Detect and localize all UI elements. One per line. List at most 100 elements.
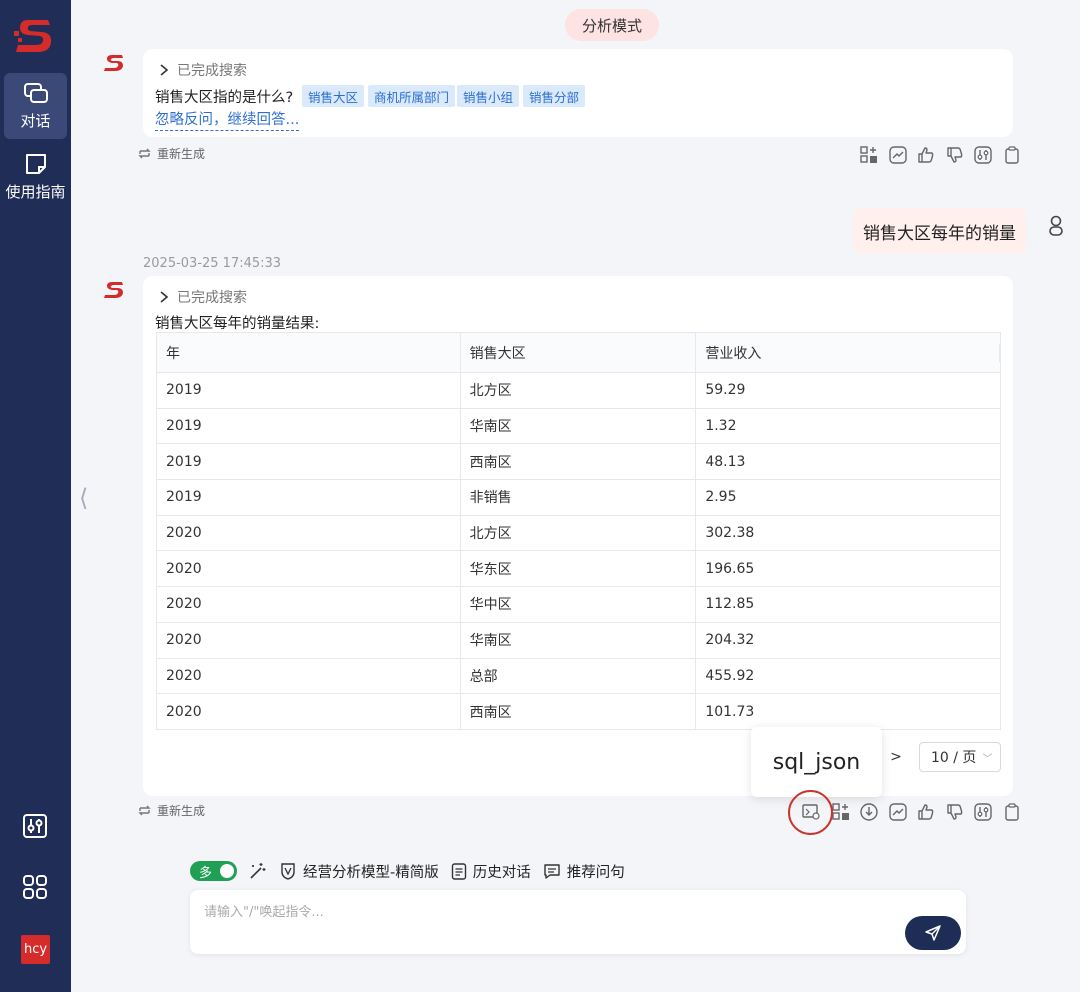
magic-wand-icon: [250, 863, 266, 879]
column-header[interactable]: 销售大区: [459, 332, 696, 373]
column-header[interactable]: 年: [156, 332, 461, 373]
chat-icon: [23, 82, 48, 103]
table-cell: 西南区: [459, 693, 696, 730]
regenerate-label: 重新生成: [157, 147, 206, 161]
table-cell: 196.65: [695, 550, 1001, 588]
regenerate-label: 重新生成: [157, 804, 206, 818]
table-row: 2019 西南区 48.13: [156, 443, 1001, 481]
table-cell: 101.73: [695, 693, 1001, 730]
table-row: 2020 华东区 196.65: [156, 550, 1001, 588]
next-page-button[interactable]: >: [882, 743, 910, 771]
table-view-icon[interactable]: [832, 803, 850, 821]
table-row: 2020 西南区 101.73: [156, 693, 1001, 730]
column-header-label: 销售大区: [469, 345, 526, 362]
table-row: 2020 总部 455.92: [156, 658, 1001, 695]
column-header-label: 营业收入: [705, 345, 762, 362]
table-cell: 北方区: [459, 515, 696, 552]
nav-item-guide[interactable]: 使用指南: [4, 143, 67, 209]
recommend-button[interactable]: 推荐问句: [543, 861, 625, 882]
nav-item-label: 使用指南: [5, 182, 66, 201]
thumbs-down-icon[interactable]: [946, 803, 964, 821]
refresh-icon: [138, 805, 151, 816]
table-cell: 西南区: [459, 443, 696, 481]
thumbs-up-icon[interactable]: [917, 146, 935, 164]
toggle-label: 多: [199, 865, 213, 881]
chart-icon[interactable]: [889, 803, 907, 821]
page-size-select[interactable]: 10 / 页 ﹀: [919, 742, 1001, 772]
table-row: 2019 华南区 1.32: [156, 408, 1001, 445]
table-row: 2020 北方区 302.38: [156, 515, 1001, 552]
option-tag[interactable]: 商机所属部门: [368, 85, 456, 107]
settings-icon[interactable]: [22, 813, 48, 839]
collapse-panel-handle[interactable]: ⟨: [79, 484, 88, 512]
send-button[interactable]: [905, 916, 961, 950]
chat-input[interactable]: [204, 898, 884, 926]
table-cell: 非销售: [459, 479, 696, 516]
option-tag[interactable]: 销售大区: [302, 85, 365, 107]
nav-item-label: 对话: [20, 111, 51, 130]
table-view-icon[interactable]: [860, 146, 878, 164]
user-avatar[interactable]: hcy: [21, 935, 50, 964]
adjust-icon[interactable]: [974, 146, 992, 164]
chat-input-box: [190, 890, 966, 954]
search-status-text: 已完成搜索: [177, 290, 247, 306]
user-message-bubble: 销售大区每年的销量: [853, 208, 1026, 254]
table-cell: 1.32: [695, 408, 1001, 445]
table-cell: 59.29: [695, 372, 1001, 409]
table-cell: 2020: [156, 515, 461, 552]
table-row: 2019 非销售 2.95: [156, 479, 1001, 516]
download-icon[interactable]: [860, 803, 878, 821]
chevron-down-icon: ﹀: [982, 753, 993, 765]
composer-toolbar: 多 经营分析模型-精简版 历史对话 推荐问句: [190, 858, 625, 884]
thumbs-down-icon[interactable]: [946, 146, 964, 164]
table-cell: 华南区: [459, 622, 696, 659]
table-cell: 455.92: [695, 658, 1001, 695]
table-cell: 2019: [156, 372, 461, 409]
clarify-question: 销售大区指的是什么?: [155, 90, 294, 106]
sidebar: 对话 使用指南 hcy: [0, 0, 71, 992]
table-cell: 总部: [459, 658, 696, 695]
table-cell: 华东区: [459, 550, 696, 588]
table-header-row: 年 销售大区 营业收入: [156, 332, 1001, 373]
history-button[interactable]: 历史对话: [451, 861, 531, 882]
search-status-toggle[interactable]: 已完成搜索: [159, 287, 247, 307]
table-cell: 2020: [156, 658, 461, 695]
magic-wand-button[interactable]: [249, 862, 273, 880]
copy-icon[interactable]: [1003, 803, 1021, 821]
mode-badge[interactable]: 分析模式: [565, 9, 659, 41]
bot-avatar-icon: [104, 282, 123, 298]
table-cell: 北方区: [459, 372, 696, 409]
table-row: 2019 北方区 59.29: [156, 372, 1001, 409]
regenerate-button[interactable]: 重新生成: [137, 802, 205, 819]
table-cell: 华南区: [459, 408, 696, 445]
refresh-icon: [138, 148, 151, 159]
option-tag[interactable]: 销售分部: [523, 85, 586, 107]
history-label: 历史对话: [472, 864, 531, 881]
table-cell: 2019: [156, 443, 461, 481]
bot-avatar-icon: [104, 55, 123, 71]
table-cell: 2020: [156, 550, 461, 588]
chevron-right-icon: [160, 64, 169, 76]
history-icon: [451, 863, 466, 880]
copy-icon[interactable]: [1003, 146, 1021, 164]
search-status-toggle[interactable]: 已完成搜索: [159, 60, 247, 80]
shield-icon: [281, 863, 295, 880]
regenerate-button[interactable]: 重新生成: [137, 145, 205, 162]
option-tag[interactable]: 销售小组: [457, 85, 520, 107]
message-timestamp: 2025-03-25 17:45:33: [143, 256, 282, 271]
adjust-icon[interactable]: [974, 803, 992, 821]
column-header[interactable]: 营业收入: [695, 332, 1001, 373]
guide-icon: [25, 153, 46, 174]
multi-turn-toggle[interactable]: 多: [190, 861, 237, 881]
apps-grid-icon[interactable]: [22, 874, 48, 900]
result-title: 销售大区每年的销量结果:: [155, 316, 320, 332]
model-select[interactable]: 经营分析模型-精简版: [279, 861, 439, 882]
nav-item-chat[interactable]: 对话: [4, 73, 67, 139]
ignore-and-continue-link[interactable]: 忽略反问，继续回答...: [155, 108, 300, 131]
search-status-text: 已完成搜索: [177, 63, 247, 79]
chart-icon[interactable]: [889, 146, 907, 164]
table-cell: 2019: [156, 408, 461, 445]
table-cell: 2020: [156, 586, 461, 623]
thumbs-up-icon[interactable]: [917, 803, 935, 821]
table-row: 2020 华南区 204.32: [156, 622, 1001, 659]
